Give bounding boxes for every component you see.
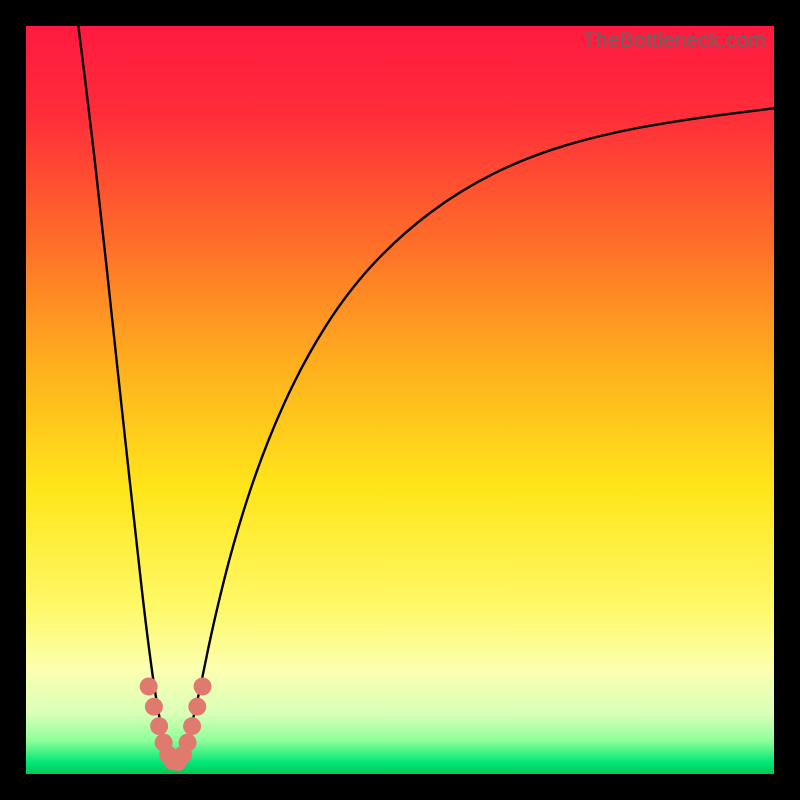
data-marker — [179, 734, 197, 752]
data-marker — [183, 717, 201, 735]
data-marker — [150, 717, 168, 735]
watermark-label: TheBottleneck.com — [583, 29, 766, 53]
data-marker — [145, 698, 163, 716]
data-marker — [140, 678, 158, 696]
plot-area: TheBottleneck.com — [26, 26, 774, 774]
data-marker — [188, 698, 206, 716]
chart-svg — [26, 26, 774, 774]
series-left-branch — [78, 26, 168, 759]
data-marker — [194, 678, 212, 696]
series-group — [78, 26, 774, 759]
series-right-branch — [183, 108, 774, 759]
markers-group — [140, 678, 212, 772]
chart-frame: TheBottleneck.com — [0, 0, 800, 800]
